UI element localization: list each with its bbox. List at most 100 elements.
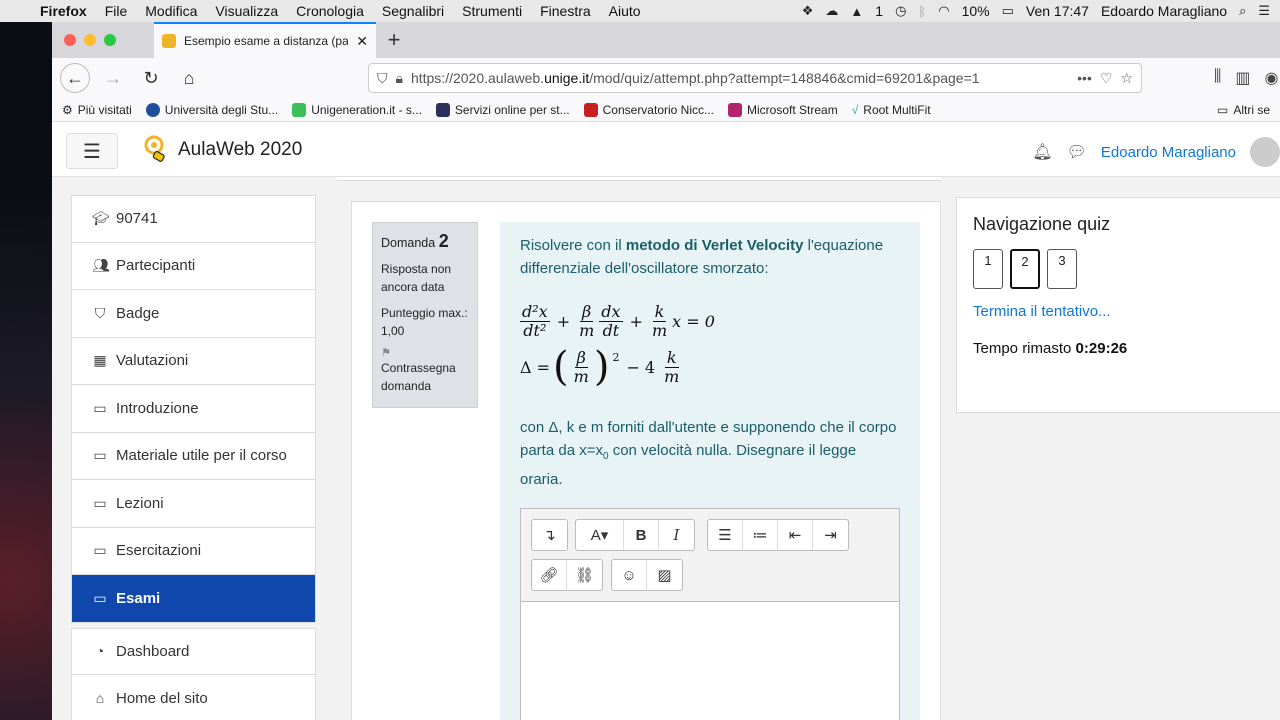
italic-button[interactable]: I [659, 520, 694, 550]
sidebar-item-materiale[interactable]: ▭ Materiale utile per il corso [71, 432, 316, 480]
site-name[interactable]: AulaWeb 2020 [178, 139, 302, 161]
sidebar-item-esami[interactable]: ▭ Esami [71, 575, 316, 623]
sidebar-item-esercitazioni[interactable]: ▭ Esercitazioni [71, 527, 316, 575]
table-icon: ▦ [93, 352, 107, 369]
menu-app-firefox[interactable]: Firefox [40, 3, 87, 19]
header-user-area: 🔔︎ 💬︎ Edoardo Maragliano [1032, 137, 1280, 167]
reload-button[interactable]: ↻ [136, 63, 166, 93]
sidebar-item-course[interactable]: 🎓︎ 90741 [71, 195, 316, 243]
sidebar-toggle-icon[interactable]: ▥ [1235, 68, 1250, 88]
menu-visualizza[interactable]: Visualizza [215, 3, 278, 19]
minimize-window-button[interactable] [84, 34, 96, 46]
zoom-window-button[interactable] [104, 34, 116, 46]
quiz-page-button-1[interactable]: 1 [973, 249, 1003, 289]
sidebar-item-lezioni[interactable]: ▭ Lezioni [71, 480, 316, 528]
bookmark-unigeneration[interactable]: Unigeneration.it - s... [292, 102, 422, 117]
user-menu-name[interactable]: Edoardo Maragliano [1101, 144, 1236, 161]
question-grade: Punteggio max.: 1,00 [381, 306, 468, 338]
folder-icon: ▭ [93, 447, 107, 464]
navigation-toolbar: ← → ↻ ⌂ ⛉ 🔒︎ https://2020.aulaweb.unige.… [52, 58, 1280, 98]
lock-icon[interactable]: 🔒︎ [396, 70, 403, 87]
toolbar-toggle-button[interactable]: ↴ [532, 520, 567, 550]
menu-finestra[interactable]: Finestra [540, 3, 591, 19]
toolbar-group-lists: ☰ ≔ ⇤ ⇥ [707, 519, 849, 551]
avatar[interactable] [1250, 137, 1280, 167]
url-bar[interactable]: ⛉ 🔒︎ https://2020.aulaweb.unige.it/mod/q… [368, 63, 1142, 93]
menu-strumenti[interactable]: Strumenti [462, 3, 522, 19]
forward-button[interactable]: → [98, 63, 128, 93]
stream-icon [728, 102, 742, 117]
menu-toggle-button[interactable]: ☰ [66, 133, 118, 169]
bookmark-star-icon[interactable]: ☆ [1120, 70, 1133, 87]
servizi-icon [435, 102, 450, 117]
cloud-icon[interactable]: ☁ [825, 3, 838, 19]
page-actions-icon[interactable]: ••• [1077, 70, 1092, 86]
sidebar-item-participants[interactable]: 👥︎ Partecipanti [71, 242, 316, 290]
ordered-list-button[interactable]: ≔ [743, 520, 778, 550]
bold-button[interactable]: B [624, 520, 659, 550]
emoji-button[interactable]: ☺ [612, 560, 647, 590]
tab-active[interactable]: Esempio esame a distanza (pag ✕ [154, 22, 376, 58]
menu-aiuto[interactable]: Aiuto [609, 3, 641, 19]
sidebar-item-grades[interactable]: ▦ Valutazioni [71, 337, 316, 385]
finish-attempt-link[interactable]: Termina il tentativo... [973, 303, 1269, 320]
answer-textarea[interactable] [521, 601, 899, 720]
menu-modifica[interactable]: Modifica [145, 3, 197, 19]
battery-percent: 10% [961, 3, 990, 19]
bookmark-root-multifit[interactable]: √ Root MultiFit [852, 103, 931, 117]
toolbar-right: ⫼ ▥ ◉ ● ▮ [1214, 68, 1280, 88]
flag-question-link[interactable]: Contrassegna domanda [381, 359, 469, 395]
menu-file[interactable]: File [105, 3, 128, 19]
clock[interactable]: Ven 17:47 [1026, 3, 1089, 19]
bell-icon[interactable]: 🔔︎ [1032, 142, 1052, 162]
indent-button[interactable]: ⇥ [813, 520, 848, 550]
outdent-button[interactable]: ⇤ [778, 520, 813, 550]
sidebar-item-badge[interactable]: ⛉ Badge [71, 290, 316, 338]
tracking-protection-icon[interactable]: ⛉ [377, 70, 388, 87]
url-text[interactable]: https://2020.aulaweb.unige.it/mod/quiz/a… [411, 70, 1069, 86]
unordered-list-button[interactable]: ☰ [708, 520, 743, 550]
close-tab-icon[interactable]: ✕ [356, 33, 368, 50]
bookmark-microsoft-stream[interactable]: Microsoft Stream [728, 102, 838, 117]
bookmark-unige[interactable]: Università degli Stu... [145, 102, 278, 117]
battery-icon[interactable]: ▭ [1002, 3, 1014, 19]
time-machine-icon[interactable]: ◷ [895, 3, 906, 19]
flag-icon[interactable]: ⚑ [381, 346, 469, 359]
unlink-button[interactable]: ⛓ [567, 560, 602, 590]
bluetooth-icon[interactable]: ᛒ [918, 4, 926, 19]
library-icon[interactable]: ⫼ [1214, 68, 1221, 88]
bookmark-other[interactable]: ▭ Altri se [1217, 103, 1270, 117]
notification-center-icon[interactable]: ☰ [1258, 3, 1270, 19]
bookmark-servizi-online[interactable]: Servizi online per st... [435, 102, 570, 117]
sidebar-item-home[interactable]: ⌂ Home del sito [71, 675, 316, 720]
paragraph-style-button[interactable]: A▾ [576, 520, 624, 550]
home-button[interactable]: ⌂ [174, 63, 204, 93]
menubar-user[interactable]: Edoardo Maragliano [1101, 3, 1227, 19]
wifi-icon[interactable]: ◠ [938, 3, 949, 19]
menu-cronologia[interactable]: Cronologia [296, 3, 364, 19]
quiz-page-button-3[interactable]: 3 [1047, 249, 1077, 289]
moodle-header: ☰ AulaWeb 2020 🔔︎ 💬︎ Edoardo Maragliano [52, 125, 1280, 177]
spotlight-search-icon[interactable]: ⌕ [1239, 3, 1246, 19]
sidebar-item-dashboard[interactable]: ◔ Dashboard [71, 627, 316, 675]
account-icon[interactable]: ◉ [1265, 68, 1279, 88]
pocket-icon[interactable]: ♡ [1100, 70, 1113, 87]
firefox-window: Esempio esame a distanza (pag ✕ + ← → ↻ … [52, 22, 1280, 720]
link-button[interactable]: 🔗︎ [532, 560, 567, 590]
equation-delta: Δ = ( βm ) 2 − 4 km [520, 344, 680, 390]
chat-icon[interactable]: 💬︎ [1067, 142, 1087, 162]
adobe-count: 1 [875, 3, 884, 19]
menu-segnalibri[interactable]: Segnalibri [382, 3, 444, 19]
dropbox-icon[interactable]: ❖ [802, 3, 814, 19]
close-window-button[interactable] [64, 34, 76, 46]
image-button[interactable]: ▨ [647, 560, 682, 590]
adobe-icon[interactable]: ▲ [850, 4, 863, 19]
course-nav-drawer: 🎓︎ 90741 👥︎ Partecipanti ⛉ Badge ▦ Valutazio… [71, 195, 316, 720]
new-tab-button[interactable]: + [376, 22, 412, 58]
aulaweb-logo[interactable] [144, 135, 168, 165]
sidebar-item-introduzione[interactable]: ▭ Introduzione [71, 385, 316, 433]
back-button[interactable]: ← [60, 63, 90, 93]
quiz-page-button-2[interactable]: 2 [1010, 249, 1040, 289]
bookmark-conservatorio[interactable]: Conservatorio Nicc... [583, 102, 714, 117]
bookmark-piu-visitati[interactable]: ⚙ Più visitati [62, 103, 132, 117]
